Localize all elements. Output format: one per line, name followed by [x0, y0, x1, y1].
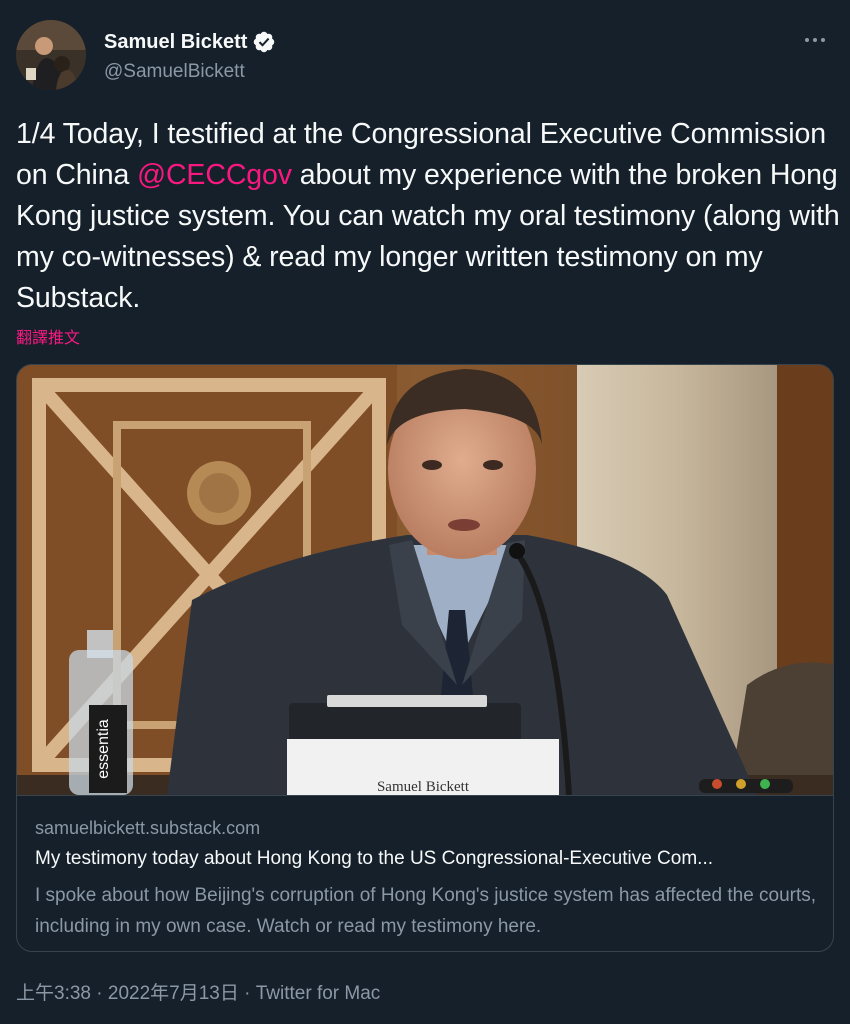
- name-placard: Samuel Bickett: [377, 779, 470, 795]
- handle[interactable]: @SamuelBickett: [104, 61, 245, 83]
- card-body: samuelbickett.substack.com My testimony …: [17, 795, 833, 951]
- card-domain: samuelbickett.substack.com: [35, 818, 261, 838]
- tweet-source: Twitter for Mac: [255, 983, 381, 1004]
- more-options-icon[interactable]: [800, 28, 830, 52]
- translate-tweet-link[interactable]: 翻譯推文: [16, 324, 80, 348]
- tweet-date[interactable]: 2022年7月13日: [108, 983, 239, 1004]
- bottle-label: essentia: [95, 719, 112, 779]
- card-title: My testimony today about Hong Kong to th…: [35, 848, 714, 869]
- name-row: Samuel Bickett: [104, 30, 276, 54]
- mention-link[interactable]: @CECCgov: [137, 159, 292, 191]
- tweet-meta: 上午3:38 · 2022年7月13日 · Twitter for Mac: [16, 978, 380, 1005]
- card-description: I spoke about how Beijing's corruption o…: [35, 885, 817, 937]
- tweet-header: Samuel Bickett @SamuelBickett: [16, 20, 834, 92]
- meta-separator: ·: [90, 983, 108, 1004]
- link-card[interactable]: Samuel Bickett essentia samuelbickett.su…: [16, 364, 834, 952]
- meta-separator: ·: [238, 983, 256, 1004]
- tweet-text: 1/4 Today, I testified at the Congressio…: [16, 114, 842, 319]
- verified-badge-icon: [254, 31, 275, 53]
- avatar[interactable]: [16, 20, 86, 90]
- display-name[interactable]: Samuel Bickett: [104, 31, 247, 54]
- tweet-time[interactable]: 上午3:38: [16, 983, 91, 1004]
- card-image: Samuel Bickett essentia: [17, 365, 833, 795]
